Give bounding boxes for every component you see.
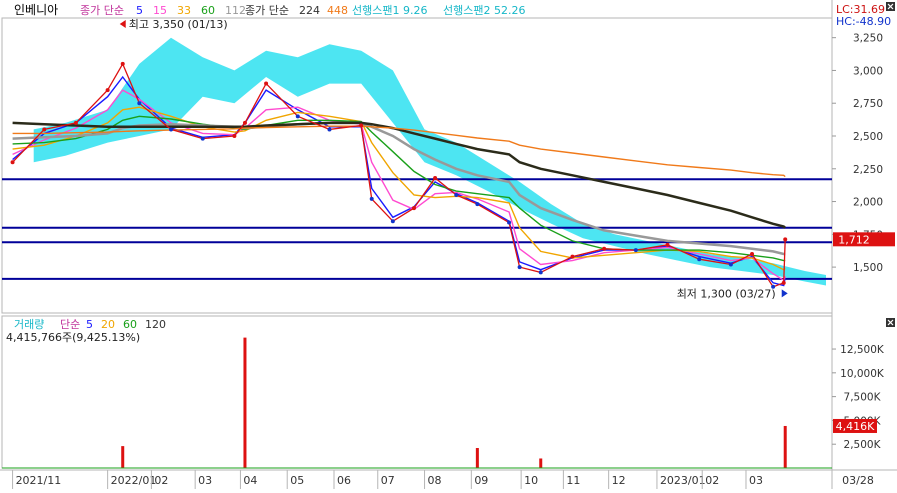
ma-label: 종가 단순 xyxy=(80,4,124,17)
volume-ma-period-20: 20 xyxy=(101,318,115,331)
x-axis-right-label: 03/28 xyxy=(842,474,874,487)
ma-period-448: 448 xyxy=(327,4,348,17)
x-axis-label: 12 xyxy=(612,474,626,487)
price-axis-label: 3,000 xyxy=(853,65,883,77)
span1-label: 선행스팬1 9.26 xyxy=(352,4,427,17)
price-axis-label: 2,250 xyxy=(853,164,883,176)
volume-axis-label: 10,000K xyxy=(840,368,885,380)
price-point xyxy=(73,120,78,125)
volume-bar xyxy=(539,458,543,468)
volume-ma-period-60: 60 xyxy=(123,318,137,331)
stock-chart: 최고 3,350 (01/13) 최저 1,300 (03/27) 3,250 3,0… xyxy=(0,0,897,489)
price-point xyxy=(728,262,733,267)
price-point xyxy=(433,175,438,180)
volume-bar xyxy=(475,448,479,468)
price-point xyxy=(517,265,522,270)
price-axis-label: 2,000 xyxy=(853,197,883,209)
x-axis-label: 02 xyxy=(154,474,168,487)
hc-value: HC:-48.90 xyxy=(836,15,891,28)
price-point xyxy=(390,219,395,224)
chart-root: 최고 3,350 (01/13) 최저 1,300 (03/27) 3,250 3,0… xyxy=(0,0,897,489)
price-point xyxy=(232,134,237,138)
x-axis-label: 09 xyxy=(474,474,488,487)
ma-period-15: 15 xyxy=(153,4,167,17)
price-point xyxy=(602,246,607,251)
price-point xyxy=(105,88,110,93)
ma-label-b: 종가 단순 xyxy=(245,4,289,17)
price-point xyxy=(200,136,205,141)
price-point xyxy=(783,237,788,242)
volume-ma-label: 단순 xyxy=(60,318,80,331)
x-axis-label: 2022/01 xyxy=(111,474,157,487)
high-price-label: 최고 3,350 (01/13) xyxy=(129,18,228,31)
price-point xyxy=(42,127,47,132)
price-axis-label: 2,750 xyxy=(853,98,883,110)
price-point xyxy=(264,81,269,86)
volume-bar xyxy=(121,446,125,468)
low-price-label: 최저 1,300 (03/27) xyxy=(677,287,776,300)
x-axis-label: 10 xyxy=(524,474,538,487)
x-axis-label: 03 xyxy=(198,474,212,487)
x-axis-label: 2021/11 xyxy=(16,474,62,487)
price-axis-label: 1,500 xyxy=(853,262,883,274)
price-point xyxy=(242,120,247,125)
x-axis-label: 2023/01 xyxy=(660,474,706,487)
price-point xyxy=(570,254,575,259)
volume-current-text: 4,415,766주(9,425.13%) xyxy=(6,331,140,344)
price-point xyxy=(10,160,15,165)
volume-ma-period-5: 5 xyxy=(86,318,93,331)
ma-period-60: 60 xyxy=(201,4,215,17)
volume-axis-label: 2,500K xyxy=(844,439,882,451)
price-point xyxy=(137,101,142,106)
ma-period-5: 5 xyxy=(136,4,143,17)
ma-period-33: 33 xyxy=(177,4,191,17)
x-axis-label: 06 xyxy=(337,474,351,487)
price-point xyxy=(781,280,786,285)
volume-title: 거래량 xyxy=(14,318,44,331)
price-point xyxy=(633,248,638,253)
ma-period-224: 224 xyxy=(299,4,320,17)
volume-axis-label: 7,500K xyxy=(844,392,882,404)
price-point xyxy=(665,242,670,247)
price-point xyxy=(120,61,125,66)
price-axis-label: 2,500 xyxy=(853,131,883,143)
price-axis-label: 3,250 xyxy=(853,33,883,45)
price-point xyxy=(507,220,512,225)
x-axis-label: 05 xyxy=(290,474,304,487)
price-point xyxy=(538,270,543,275)
volume-ma-period-120: 120 xyxy=(145,318,166,331)
x-axis-label: 04 xyxy=(243,474,257,487)
price-point xyxy=(369,196,374,201)
price-point xyxy=(327,127,332,132)
volume-bar xyxy=(243,337,247,468)
ma-period-112: 112 xyxy=(225,4,246,17)
x-axis-label: 03 xyxy=(749,474,763,487)
current-volume-label: 4,416K xyxy=(836,420,875,433)
span2-label: 선행스팬2 52.26 xyxy=(443,4,525,17)
price-point xyxy=(750,252,755,256)
x-axis-label: 08 xyxy=(428,474,442,487)
x-axis-label: 07 xyxy=(381,474,395,487)
stock-name: 인베니아 xyxy=(14,3,58,17)
x-axis-label: 11 xyxy=(566,474,580,487)
price-point xyxy=(295,114,300,119)
volume-bar xyxy=(783,425,787,468)
price-point xyxy=(475,202,480,207)
price-point xyxy=(169,127,174,132)
price-point xyxy=(359,123,364,128)
volume-axis-label: 12,500K xyxy=(840,344,885,356)
x-axis-label: 02 xyxy=(705,474,719,487)
current-price-label: 1,712 xyxy=(838,233,870,246)
price-point xyxy=(454,193,459,197)
price-point xyxy=(697,257,702,262)
price-point xyxy=(411,206,416,211)
